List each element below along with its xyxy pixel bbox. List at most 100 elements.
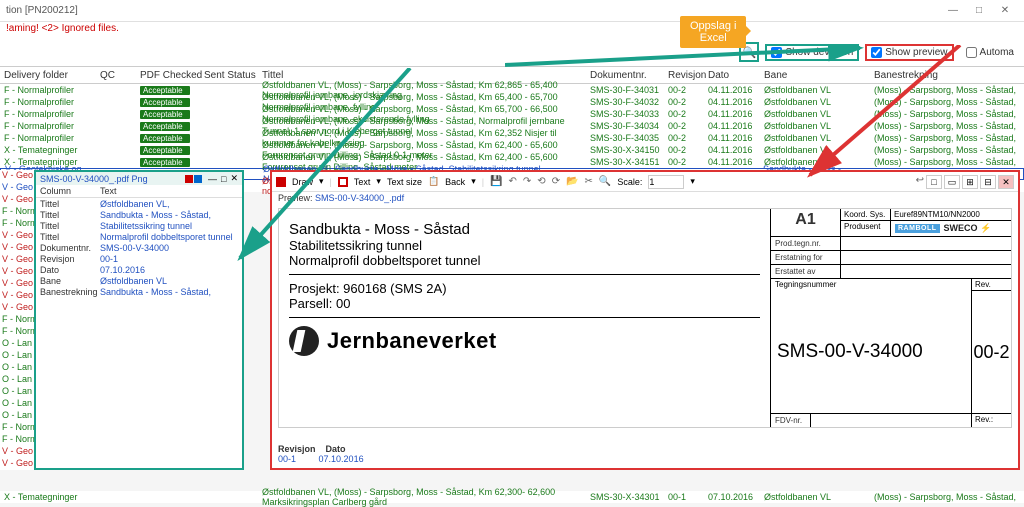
scale-label: Scale: xyxy=(617,177,642,187)
flag-blue-icon xyxy=(194,175,202,183)
stub-row: F - Norm xyxy=(0,422,34,434)
panel-min-icon[interactable]: — xyxy=(208,174,217,184)
stub-row: V - Geo xyxy=(0,230,34,242)
stub-row: O - Lan xyxy=(0,362,34,374)
automa-checkbox[interactable]: Automa xyxy=(960,44,1020,61)
col-dato[interactable]: Dato xyxy=(708,70,764,81)
close-preview-button[interactable]: ✕ xyxy=(998,175,1014,189)
footer-bane: Østfoldbanen VL xyxy=(764,492,874,502)
rev-value: 00-2 xyxy=(972,291,1011,413)
footer-row[interactable]: X - Temategninger Østfoldbanen VL, (Moss… xyxy=(0,491,1024,503)
cut-icon[interactable]: ✂ xyxy=(585,176,593,187)
show-preview-checkbox[interactable]: Show preview xyxy=(865,44,953,61)
papersize-a1: A1 xyxy=(771,209,841,236)
stub-row: O - Lan xyxy=(0,338,34,350)
show-preview-label: Show preview xyxy=(885,47,947,58)
stub-row: O - Lan xyxy=(0,350,34,362)
foot-dat-value: 07.10.2016 xyxy=(319,454,364,464)
preview-canvas[interactable]: Sandbukta - Moss - Såstad Stabilitetssik… xyxy=(278,208,1012,428)
erstatning-for-label: Erstatning for xyxy=(771,251,841,264)
automa-input[interactable] xyxy=(966,47,977,58)
deviation-row: TittelNormalprofil dobbeltsporet tunnel xyxy=(36,231,242,242)
footer-dat: 07.10.2016 xyxy=(708,492,764,502)
text-color-icon[interactable] xyxy=(338,177,348,187)
save-icon[interactable]: 💾 xyxy=(490,176,502,187)
tegningsnummer-value: SMS-00-V-34000 xyxy=(771,290,971,413)
warning-bar: !aming! <2> Ignored files. xyxy=(0,22,1024,38)
stub-row: V - Geo xyxy=(0,194,34,206)
stub-row: V - Geo xyxy=(0,266,34,278)
layout4-button[interactable]: ⊟ xyxy=(980,175,996,189)
layout2-button[interactable]: ▭ xyxy=(944,175,960,189)
col-revisjon[interactable]: Revisjon xyxy=(668,70,708,81)
footer-bst: (Moss) - Sarpsborg, Moss - Såstad, xyxy=(874,492,1024,502)
deviation-row: Revisjon00-1 xyxy=(36,253,242,264)
footer-tittel: Østfoldbanen VL, (Moss) - Sarpsborg, Mos… xyxy=(262,487,590,507)
undo-icon[interactable]: ↶ xyxy=(509,176,517,187)
col-banestrekning[interactable]: Banestrekning xyxy=(874,70,1024,81)
scale-input[interactable] xyxy=(648,175,684,189)
maximize-button[interactable]: □ xyxy=(966,5,992,16)
col-qc[interactable]: QC xyxy=(100,70,140,81)
panel-max-icon[interactable]: □ xyxy=(221,174,226,184)
deviation-panel: SMS-00-V-34000_.pdf Png — □ ✕ Column Tex… xyxy=(34,170,244,470)
back-button[interactable]: Back xyxy=(445,177,465,187)
draw-button[interactable]: Draw xyxy=(292,177,313,187)
col-text: Text xyxy=(100,186,117,196)
stub-row: V - Geo xyxy=(0,290,34,302)
deviation-row: Dato07.10.2016 xyxy=(36,264,242,275)
rotate-right-icon[interactable]: ⟳ xyxy=(552,176,560,187)
tegningsnummer-label: Tegningsnummer xyxy=(771,279,971,290)
draw-color-icon[interactable] xyxy=(276,177,286,187)
produsent-label: Produsent xyxy=(841,221,891,236)
stub-row: V - Geo xyxy=(0,182,34,194)
col-sentstatus[interactable]: Sent Status xyxy=(204,70,262,81)
open-icon[interactable]: 📂 xyxy=(566,176,578,187)
rotate-left-icon[interactable]: ⟲ xyxy=(537,176,545,187)
jernbaneverket-text: Jernbaneverket xyxy=(327,328,497,354)
col-column: Column xyxy=(40,186,100,196)
preview-panel: Draw▾ | Text▾ Text size 📋Back▾ | 💾 ↶ ↷ ⟲… xyxy=(270,170,1020,470)
koord-value: Euref89NTM10/NN2000 xyxy=(891,209,1011,220)
stub-row: F - Norm xyxy=(0,206,34,218)
deviation-row: TittelØstfoldbanen VL, xyxy=(36,198,242,209)
col-tittel[interactable]: Tittel xyxy=(262,70,590,81)
stub-row: V - Geo xyxy=(0,302,34,314)
back-nav-icon[interactable]: ↩ xyxy=(916,175,924,189)
deviation-panel-title[interactable]: SMS-00-V-34000_.pdf Png — □ ✕ xyxy=(36,172,242,185)
sweco-logo: SWECO ⚡ xyxy=(944,223,992,234)
stub-row: O - Lan xyxy=(0,398,34,410)
preview-label: Preview: xyxy=(278,193,313,203)
erstattet-av-label: Erstattet av xyxy=(771,265,841,278)
col-bane[interactable]: Bane xyxy=(764,70,874,81)
show-preview-input[interactable] xyxy=(871,47,882,58)
show-deviation-checkbox[interactable]: Show deviation xyxy=(765,44,859,61)
foot-rev-value: 00-1 xyxy=(278,454,296,464)
foot-dat-header: Dato xyxy=(326,444,346,454)
footer-delivery: X - Temategninger xyxy=(0,492,100,502)
drawing-titleblock: Sandbukta - Moss - Såstad Stabilitetssik… xyxy=(279,209,1011,427)
preview-footer: Revisjon Dato 00-1 07.10.2016 xyxy=(278,444,364,464)
col-pdfchecked[interactable]: PDF Checked xyxy=(140,70,204,81)
panel-close-icon[interactable]: ✕ xyxy=(230,173,238,184)
automa-label: Automa xyxy=(980,47,1014,58)
layout1-button[interactable]: □ xyxy=(926,175,942,189)
minimize-button[interactable]: — xyxy=(940,5,966,16)
col-delivery[interactable]: Delivery folder xyxy=(0,70,100,81)
stub-row: O - Lan xyxy=(0,374,34,386)
col-dokumentnr[interactable]: Dokumentnr. xyxy=(590,70,668,81)
close-button[interactable]: ✕ xyxy=(992,5,1018,16)
stub-row: V - Geo xyxy=(0,254,34,266)
layout3-button[interactable]: ⊞ xyxy=(962,175,978,189)
drawing-title-3: Normalprofil dobbeltsporet tunnel xyxy=(289,253,760,268)
prodtegn-label: Prod.tegn.nr. xyxy=(771,237,841,250)
preview-toolbar: Draw▾ | Text▾ Text size 📋Back▾ | 💾 ↶ ↷ ⟲… xyxy=(272,172,1018,192)
stub-row: V - Geo xyxy=(0,278,34,290)
koord-label: Koord. Sys. xyxy=(841,209,891,220)
stub-row: F - Norm xyxy=(0,314,34,326)
show-deviation-input[interactable] xyxy=(771,47,782,58)
stub-row: F - Norm xyxy=(0,218,34,230)
zoom-icon[interactable]: 🔍 xyxy=(599,176,611,187)
redo-icon[interactable]: ↷ xyxy=(523,176,531,187)
text-button[interactable]: Text xyxy=(354,177,371,187)
